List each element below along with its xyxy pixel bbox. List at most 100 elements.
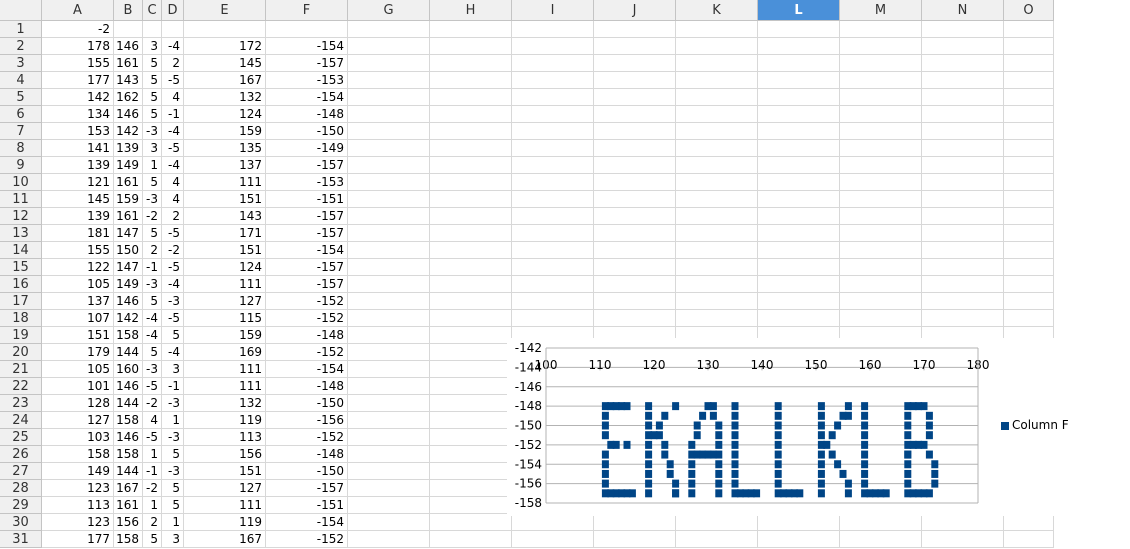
cell-h26[interactable] bbox=[430, 446, 512, 463]
cell-d5[interactable]: 4 bbox=[162, 89, 184, 106]
cell-l8[interactable] bbox=[758, 140, 840, 157]
cell-c7[interactable]: -3 bbox=[143, 123, 162, 140]
cell-f28[interactable]: -157 bbox=[266, 480, 348, 497]
cell-k8[interactable] bbox=[676, 140, 758, 157]
cell-g30[interactable] bbox=[348, 514, 430, 531]
cell-f16[interactable]: -157 bbox=[266, 276, 348, 293]
cell-d24[interactable]: 1 bbox=[162, 412, 184, 429]
cell-g8[interactable] bbox=[348, 140, 430, 157]
cell-b27[interactable]: 144 bbox=[114, 463, 143, 480]
cell-i30[interactable] bbox=[512, 514, 594, 531]
cell-k9[interactable] bbox=[676, 157, 758, 174]
cell-m12[interactable] bbox=[840, 208, 922, 225]
row-header-9[interactable]: 9 bbox=[0, 157, 42, 174]
cell-g5[interactable] bbox=[348, 89, 430, 106]
cell-h16[interactable] bbox=[430, 276, 512, 293]
cell-o10[interactable] bbox=[1004, 174, 1054, 191]
row-header-3[interactable]: 3 bbox=[0, 55, 42, 72]
cell-l5[interactable] bbox=[758, 89, 840, 106]
cell-d30[interactable]: 1 bbox=[162, 514, 184, 531]
cell-e15[interactable]: 124 bbox=[184, 259, 266, 276]
cell-c21[interactable]: -3 bbox=[143, 361, 162, 378]
row-header-14[interactable]: 14 bbox=[0, 242, 42, 259]
cell-l1[interactable] bbox=[758, 21, 840, 38]
cell-a20[interactable]: 179 bbox=[42, 344, 114, 361]
cell-j18[interactable] bbox=[594, 310, 676, 327]
cell-g24[interactable] bbox=[348, 412, 430, 429]
cell-a12[interactable]: 139 bbox=[42, 208, 114, 225]
cell-a24[interactable]: 127 bbox=[42, 412, 114, 429]
cell-j8[interactable] bbox=[594, 140, 676, 157]
cell-j12[interactable] bbox=[594, 208, 676, 225]
cell-o9[interactable] bbox=[1004, 157, 1054, 174]
select-all-corner[interactable] bbox=[0, 0, 42, 21]
cell-h11[interactable] bbox=[430, 191, 512, 208]
cell-d15[interactable]: -5 bbox=[162, 259, 184, 276]
cell-c9[interactable]: 1 bbox=[143, 157, 162, 174]
cell-j13[interactable] bbox=[594, 225, 676, 242]
cell-d23[interactable]: -3 bbox=[162, 395, 184, 412]
cell-f30[interactable]: -154 bbox=[266, 514, 348, 531]
cell-b10[interactable]: 161 bbox=[114, 174, 143, 191]
cell-m2[interactable] bbox=[840, 38, 922, 55]
cell-c11[interactable]: -3 bbox=[143, 191, 162, 208]
cell-i1[interactable] bbox=[512, 21, 594, 38]
cell-i10[interactable] bbox=[512, 174, 594, 191]
cell-f3[interactable]: -157 bbox=[266, 55, 348, 72]
cell-b25[interactable]: 146 bbox=[114, 429, 143, 446]
cell-d16[interactable]: -4 bbox=[162, 276, 184, 293]
cell-c2[interactable]: 3 bbox=[143, 38, 162, 55]
row-header-24[interactable]: 24 bbox=[0, 412, 42, 429]
cell-h12[interactable] bbox=[430, 208, 512, 225]
cell-e31[interactable]: 167 bbox=[184, 531, 266, 548]
cell-c26[interactable]: 1 bbox=[143, 446, 162, 463]
column-header-a[interactable]: A bbox=[42, 0, 114, 21]
column-header-g[interactable]: G bbox=[348, 0, 430, 21]
cell-a5[interactable]: 142 bbox=[42, 89, 114, 106]
cell-n30[interactable] bbox=[922, 514, 1004, 531]
cell-m16[interactable] bbox=[840, 276, 922, 293]
cell-a14[interactable]: 155 bbox=[42, 242, 114, 259]
cell-e19[interactable]: 159 bbox=[184, 327, 266, 344]
cell-i6[interactable] bbox=[512, 106, 594, 123]
cell-h8[interactable] bbox=[430, 140, 512, 157]
cell-c27[interactable]: -1 bbox=[143, 463, 162, 480]
row-header-11[interactable]: 11 bbox=[0, 191, 42, 208]
cell-o8[interactable] bbox=[1004, 140, 1054, 157]
cell-e25[interactable]: 113 bbox=[184, 429, 266, 446]
cell-f18[interactable]: -152 bbox=[266, 310, 348, 327]
cell-j15[interactable] bbox=[594, 259, 676, 276]
cell-g6[interactable] bbox=[348, 106, 430, 123]
cell-o1[interactable] bbox=[1004, 21, 1054, 38]
cell-b31[interactable]: 158 bbox=[114, 531, 143, 548]
cell-m15[interactable] bbox=[840, 259, 922, 276]
cell-o11[interactable] bbox=[1004, 191, 1054, 208]
cell-i2[interactable] bbox=[512, 38, 594, 55]
cell-k18[interactable] bbox=[676, 310, 758, 327]
column-header-f[interactable]: F bbox=[266, 0, 348, 21]
row-header-6[interactable]: 6 bbox=[0, 106, 42, 123]
cell-i8[interactable] bbox=[512, 140, 594, 157]
cell-o18[interactable] bbox=[1004, 310, 1054, 327]
cell-e2[interactable]: 172 bbox=[184, 38, 266, 55]
cell-n15[interactable] bbox=[922, 259, 1004, 276]
cell-n4[interactable] bbox=[922, 72, 1004, 89]
cell-e17[interactable]: 127 bbox=[184, 293, 266, 310]
cell-n14[interactable] bbox=[922, 242, 1004, 259]
cell-b4[interactable]: 143 bbox=[114, 72, 143, 89]
cell-f4[interactable]: -153 bbox=[266, 72, 348, 89]
cell-a1[interactable]: -2 bbox=[42, 21, 114, 38]
cell-n6[interactable] bbox=[922, 106, 1004, 123]
cell-g19[interactable] bbox=[348, 327, 430, 344]
cell-o14[interactable] bbox=[1004, 242, 1054, 259]
row-header-15[interactable]: 15 bbox=[0, 259, 42, 276]
row-header-7[interactable]: 7 bbox=[0, 123, 42, 140]
cell-d4[interactable]: -5 bbox=[162, 72, 184, 89]
row-header-26[interactable]: 26 bbox=[0, 446, 42, 463]
cell-b8[interactable]: 139 bbox=[114, 140, 143, 157]
cell-a17[interactable]: 137 bbox=[42, 293, 114, 310]
cell-m11[interactable] bbox=[840, 191, 922, 208]
cell-c20[interactable]: 5 bbox=[143, 344, 162, 361]
cell-g26[interactable] bbox=[348, 446, 430, 463]
cell-a31[interactable]: 177 bbox=[42, 531, 114, 548]
